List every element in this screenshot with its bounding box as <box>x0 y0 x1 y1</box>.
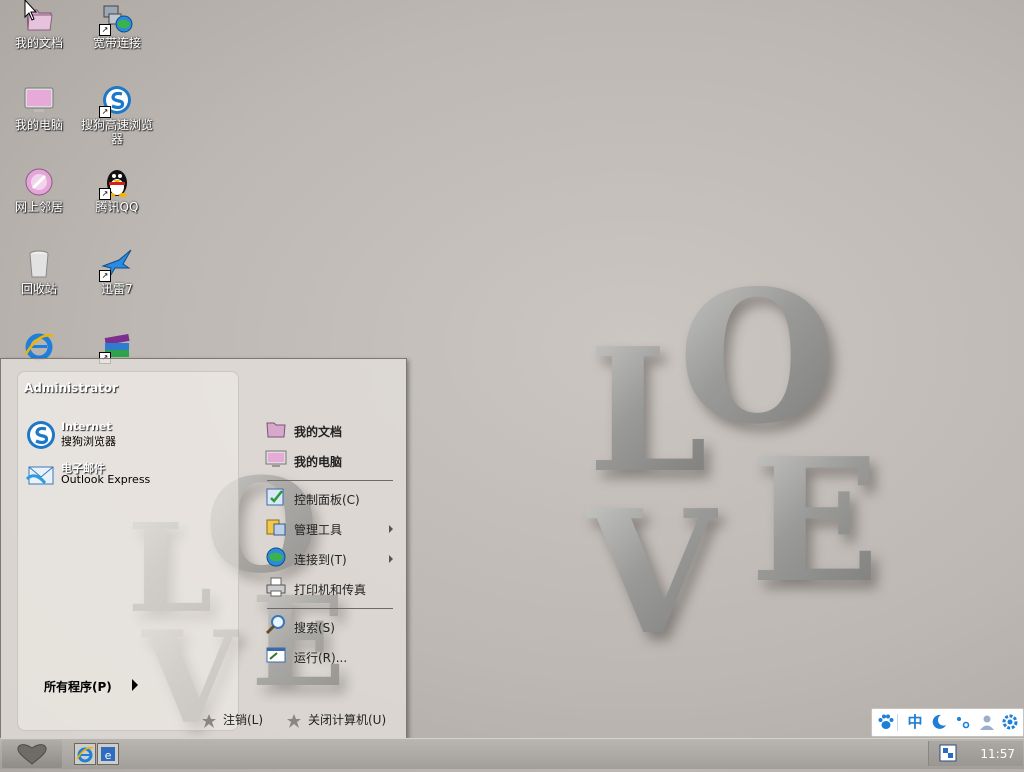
control-panel-icon <box>265 486 287 508</box>
printer-icon <box>265 576 287 598</box>
system-tray: 11:57 <box>928 741 1023 766</box>
computer-icon <box>265 448 287 470</box>
logoff-button[interactable]: 注销(L) <box>201 711 263 731</box>
desktop-icon-label: 腾讯QQ <box>95 200 139 214</box>
menu-item-my-documents[interactable]: 我的文档 <box>265 418 395 442</box>
wallpaper-letter-o: O <box>678 250 837 464</box>
submenu-arrow-icon <box>389 555 393 563</box>
menu-item-label: 搜索(S) <box>294 621 335 635</box>
svg-text:e: e <box>105 749 112 762</box>
menu-item-label: 管理工具 <box>294 523 343 537</box>
desktop-icon-label: 迅雷7 <box>101 282 133 296</box>
ime-separator <box>897 714 898 731</box>
folder-icon <box>265 418 287 440</box>
run-icon <box>265 644 287 666</box>
menu-separator <box>267 608 393 609</box>
desktop-icon-label: 我的文档 <box>14 36 63 50</box>
all-programs-button[interactable]: 所有程序(P) <box>44 678 112 695</box>
gear-icon[interactable] <box>1001 713 1019 731</box>
shutdown-button[interactable]: 关闭计算机(U) <box>286 711 386 731</box>
pinned-item-internet[interactable]: Internet 搜狗浏览器 <box>25 419 225 453</box>
network-places-icon <box>23 166 55 198</box>
menu-item-label: 控制面板(C) <box>294 493 360 507</box>
desktop-icon-recycle-bin[interactable]: 回收站 <box>0 248 78 296</box>
desktop-icon-label: 回收站 <box>20 282 57 296</box>
wallpaper-letter-v: V <box>586 473 718 673</box>
mouse-cursor-icon <box>24 0 38 21</box>
taskbar: e 11:57 <box>0 738 1024 769</box>
sogou-browser-icon <box>25 419 57 451</box>
punctuation-icon[interactable] <box>954 713 972 731</box>
all-programs-arrow-icon <box>132 679 138 691</box>
qq-penguin-icon: ↗ <box>99 166 133 200</box>
menu-item-run[interactable]: 运行(R)... <box>265 644 395 668</box>
outlook-express-icon <box>25 459 57 491</box>
desktop-icon-label: 网上邻居 <box>14 200 63 214</box>
desktop-icon-label: 宽带连接 <box>92 36 141 50</box>
shutdown-icon <box>286 713 302 729</box>
xunlei-bird-icon: ↗ <box>99 248 133 282</box>
menu-item-label: 运行(R)... <box>294 651 348 665</box>
moon-icon[interactable] <box>930 713 948 731</box>
desktop-icon-qq[interactable]: ↗ 腾讯QQ <box>78 166 156 214</box>
shortcut-arrow-icon: ↗ <box>99 106 111 118</box>
logoff-icon <box>201 713 217 729</box>
desktop-icon-my-documents[interactable]: 我的文档 <box>0 2 78 50</box>
wallpaper-love-art: L O V E <box>580 250 900 673</box>
heart-start-icon <box>17 744 47 765</box>
menu-item-control-panel[interactable]: 控制面板(C) <box>265 486 395 510</box>
desktop-icon-broadband[interactable]: ↗ 宽带连接 <box>78 2 156 50</box>
pinned-item-subtitle: Outlook Express <box>61 473 151 486</box>
search-icon <box>265 614 287 636</box>
start-menu: L O V E Administrator Internet 搜狗浏览器 电子邮… <box>0 358 407 741</box>
wallpaper-letter-l: L <box>588 311 708 511</box>
desktop-icon-network-places[interactable]: 网上邻居 <box>0 166 78 214</box>
pinned-item-subtitle: 搜狗浏览器 <box>61 435 116 448</box>
desktop-icon-label: 搜狗高速浏览器 <box>80 118 153 146</box>
user-icon[interactable] <box>978 713 996 731</box>
menu-item-label: 我的电脑 <box>294 455 343 469</box>
menu-item-admin-tools[interactable]: 管理工具 <box>265 516 395 540</box>
menu-item-printers[interactable]: 打印机和传真 <box>265 576 395 600</box>
network-tray-icon[interactable] <box>939 744 957 766</box>
desktop-icon-my-computer[interactable]: 我的电脑 <box>0 84 78 132</box>
broadband-connection-icon: ↗ <box>99 2 133 36</box>
shortcut-arrow-icon: ↗ <box>99 188 111 200</box>
globe-connect-icon <box>265 546 287 568</box>
my-computer-icon <box>23 84 55 116</box>
start-button[interactable] <box>2 740 62 768</box>
quicklaunch-outlook[interactable]: e <box>97 743 119 765</box>
menu-item-label: 打印机和传真 <box>294 583 367 597</box>
taskbar-clock[interactable]: 11:57 <box>980 747 1015 761</box>
menu-item-my-computer[interactable]: 我的电脑 <box>265 448 395 472</box>
logoff-label: 注销(L) <box>223 713 264 727</box>
menu-item-label: 我的文档 <box>294 425 343 439</box>
desktop-icon-xunlei[interactable]: ↗ 迅雷7 <box>78 248 156 296</box>
menu-separator <box>267 480 393 481</box>
ime-toolbar: 中 <box>871 708 1024 737</box>
quicklaunch-ie[interactable] <box>74 743 96 765</box>
menu-item-search[interactable]: 搜索(S) <box>265 614 395 638</box>
paw-icon[interactable] <box>877 713 895 731</box>
desktop-icon-sogou-browser[interactable]: ↗ 搜狗高速浏览器 <box>78 84 156 146</box>
shortcut-arrow-icon: ↗ <box>99 270 111 282</box>
internet-explorer-icon <box>76 746 94 763</box>
outlook-icon: e <box>101 747 115 762</box>
menu-item-connect-to[interactable]: 连接到(T) <box>265 546 395 570</box>
shutdown-label: 关闭计算机(U) <box>308 713 387 727</box>
pinned-item-title: Internet <box>61 420 112 433</box>
start-menu-user-name: Administrator <box>24 381 118 395</box>
pinned-item-email[interactable]: 电子邮件 Outlook Express <box>25 459 225 493</box>
admin-tools-icon <box>265 516 287 538</box>
desktop-icon-label: 我的电脑 <box>14 118 63 132</box>
chinese-mode-icon[interactable]: 中 <box>906 713 924 731</box>
shortcut-arrow-icon: ↗ <box>99 24 111 36</box>
recycle-bin-icon <box>23 248 55 280</box>
menu-item-label: 连接到(T) <box>294 553 347 567</box>
submenu-arrow-icon <box>389 525 393 533</box>
sogou-browser-icon: ↗ <box>99 84 133 118</box>
wallpaper-letter-e: E <box>750 421 880 621</box>
